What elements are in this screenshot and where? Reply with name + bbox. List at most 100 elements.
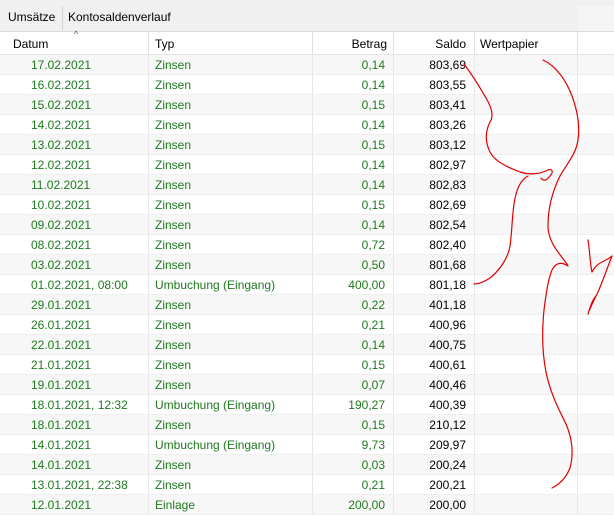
column-header-typ[interactable]: Typ — [155, 32, 174, 54]
cell-datum: 15.02.2021 — [31, 98, 92, 112]
cell-divider — [474, 155, 475, 174]
column-divider[interactable] — [577, 32, 578, 54]
table-row[interactable]: 03.02.2021 Zinsen 0,50 801,68 — [0, 255, 614, 275]
cell-divider — [393, 55, 394, 74]
column-header-datum[interactable]: Datum — [13, 32, 48, 54]
table-row[interactable]: 15.02.2021 Zinsen 0,15 803,41 — [0, 95, 614, 115]
cell-divider — [148, 315, 149, 334]
table-row[interactable]: 14.01.2021 Zinsen 0,03 200,24 — [0, 455, 614, 475]
cell-divider — [148, 495, 149, 514]
cell-divider — [393, 415, 394, 434]
cell-typ: Zinsen — [155, 338, 192, 352]
cell-typ: Zinsen — [155, 298, 192, 312]
cell-divider — [474, 275, 475, 294]
table-row[interactable]: 01.02.2021, 08:00 Umbuchung (Eingang) 400,… — [0, 275, 614, 295]
table-row[interactable]: 12.02.2021 Zinsen 0,14 802,97 — [0, 155, 614, 175]
cell-divider — [148, 295, 149, 314]
cell-typ: Zinsen — [155, 418, 192, 432]
cell-divider — [577, 255, 578, 274]
cell-divider — [312, 395, 313, 414]
cell-datum: 29.01.2021 — [31, 298, 92, 312]
cell-divider — [312, 475, 313, 494]
cell-divider — [577, 475, 578, 494]
cell-typ: Zinsen — [155, 178, 192, 192]
cell-divider — [148, 395, 149, 414]
cell-datum: 16.02.2021 — [31, 78, 92, 92]
table-row[interactable]: 13.01.2021, 22:38 Zinsen 0,21 200,21 — [0, 475, 614, 495]
cell-divider — [474, 375, 475, 394]
cell-datum: 22.01.2021 — [31, 338, 92, 352]
cell-divider — [393, 215, 394, 234]
tab-umsaetze[interactable]: Umsätze — [8, 6, 55, 29]
table-row[interactable]: 14.02.2021 Zinsen 0,14 803,26 — [0, 115, 614, 135]
cell-typ: Zinsen — [155, 458, 192, 472]
table-row[interactable]: 08.02.2021 Zinsen 0,72 802,40 — [0, 235, 614, 255]
cell-datum: 12.02.2021 — [31, 158, 92, 172]
table-row[interactable]: 22.01.2021 Zinsen 0,14 400,75 — [0, 335, 614, 355]
column-divider[interactable] — [393, 32, 394, 54]
cell-datum: 13.01.2021, 22:38 — [31, 478, 128, 492]
cell-saldo: 200,21 — [429, 478, 466, 492]
cell-datum: 14.01.2021 — [31, 458, 92, 472]
cell-divider — [148, 135, 149, 154]
table-row[interactable]: 14.01.2021 Umbuchung (Eingang) 9,73 209,97 — [0, 435, 614, 455]
table-row[interactable]: 12.01.2021 Einlage 200,00 200,00 — [0, 495, 614, 515]
table-row[interactable]: 09.02.2021 Zinsen 0,14 802,54 — [0, 215, 614, 235]
table-row[interactable]: 17.02.2021 Zinsen 0,14 803,69 — [0, 55, 614, 75]
table-row[interactable]: 21.01.2021 Zinsen 0,15 400,61 — [0, 355, 614, 375]
cell-datum: 08.02.2021 — [31, 238, 92, 252]
cell-typ: Umbuchung (Eingang) — [155, 398, 276, 412]
cell-typ: Zinsen — [155, 58, 192, 72]
cell-typ: Zinsen — [155, 258, 192, 272]
cell-divider — [148, 155, 149, 174]
cell-divider — [148, 55, 149, 74]
cell-typ: Zinsen — [155, 98, 192, 112]
cell-saldo: 802,54 — [429, 218, 466, 232]
table-row[interactable]: 16.02.2021 Zinsen 0,14 803,55 — [0, 75, 614, 95]
cell-divider — [474, 75, 475, 94]
column-header-saldo[interactable]: Saldo — [435, 32, 466, 54]
cell-divider — [312, 415, 313, 434]
cell-divider — [148, 355, 149, 374]
tab-kontosaldenverlauf[interactable]: Kontosaldenverlauf — [68, 6, 171, 29]
cell-betrag: 0,15 — [361, 358, 385, 372]
cell-divider — [577, 235, 578, 254]
table-row[interactable]: 13.02.2021 Zinsen 0,15 803,12 — [0, 135, 614, 155]
table-row[interactable]: 18.01.2021, 12:32 Umbuchung (Eingang) 190,… — [0, 395, 614, 415]
cell-divider — [148, 255, 149, 274]
cell-saldo: 200,00 — [429, 498, 466, 512]
cell-datum: 10.02.2021 — [31, 198, 92, 212]
column-divider[interactable] — [148, 32, 149, 54]
cell-typ: Zinsen — [155, 478, 192, 492]
cell-divider — [474, 455, 475, 474]
cell-divider — [393, 195, 394, 214]
cell-betrag: 0,14 — [361, 58, 385, 72]
cell-datum: 14.02.2021 — [31, 118, 92, 132]
column-header-wertpapier[interactable]: Wertpapier — [480, 32, 538, 54]
cell-divider — [474, 135, 475, 154]
cell-divider — [312, 155, 313, 174]
cell-divider — [393, 355, 394, 374]
cell-divider — [312, 375, 313, 394]
table-row[interactable]: 18.01.2021 Zinsen 0,15 210,12 — [0, 415, 614, 435]
cell-divider — [577, 375, 578, 394]
cell-divider — [393, 335, 394, 354]
cell-typ: Zinsen — [155, 78, 192, 92]
cell-typ: Zinsen — [155, 218, 192, 232]
table-row[interactable]: 19.01.2021 Zinsen 0,07 400,46 — [0, 375, 614, 395]
cell-divider — [474, 175, 475, 194]
column-divider[interactable] — [312, 32, 313, 54]
column-header-betrag[interactable]: Betrag — [352, 32, 387, 54]
cell-divider — [148, 415, 149, 434]
table-row[interactable]: 10.02.2021 Zinsen 0,15 802,69 — [0, 195, 614, 215]
column-divider[interactable] — [474, 32, 475, 54]
cell-divider — [474, 435, 475, 454]
table-row[interactable]: 29.01.2021 Zinsen 0,22 401,18 — [0, 295, 614, 315]
cell-divider — [312, 355, 313, 374]
table-row[interactable]: 11.02.2021 Zinsen 0,14 802,83 — [0, 175, 614, 195]
table-row[interactable]: 26.01.2021 Zinsen 0,21 400,96 — [0, 315, 614, 335]
cell-datum: 18.01.2021, 12:32 — [31, 398, 128, 412]
cell-divider — [312, 195, 313, 214]
cell-betrag: 0,22 — [361, 298, 385, 312]
cell-saldo: 401,18 — [429, 298, 466, 312]
